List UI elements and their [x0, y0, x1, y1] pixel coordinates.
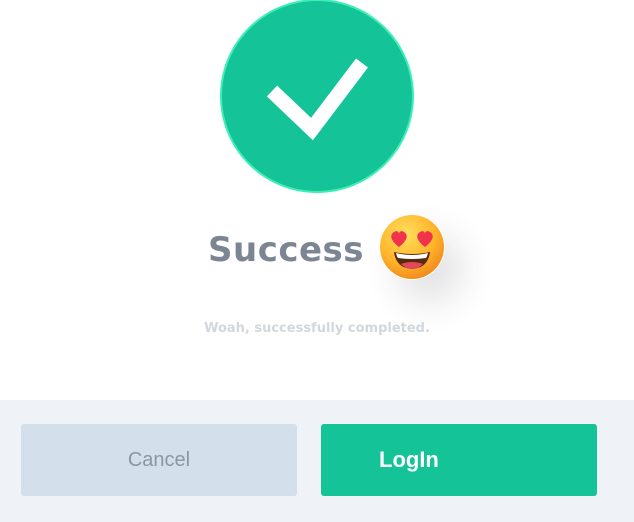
login-button-label: LogIn — [379, 447, 439, 472]
dialog-message: Woah, successfully completed. — [204, 321, 430, 336]
cancel-button[interactable]: Cancel — [21, 424, 297, 496]
login-button[interactable]: LogIn — [321, 424, 597, 496]
title-row: Success — [0, 214, 634, 286]
success-badge — [222, 1, 412, 191]
heart-eyes-emoji-icon — [379, 214, 445, 280]
success-dialog: Success Woah, successfully completed. Ca… — [0, 0, 634, 522]
dialog-footer: Cancel LogIn — [0, 400, 634, 522]
dialog-title: Success — [208, 230, 365, 270]
checkmark-icon — [266, 58, 368, 141]
